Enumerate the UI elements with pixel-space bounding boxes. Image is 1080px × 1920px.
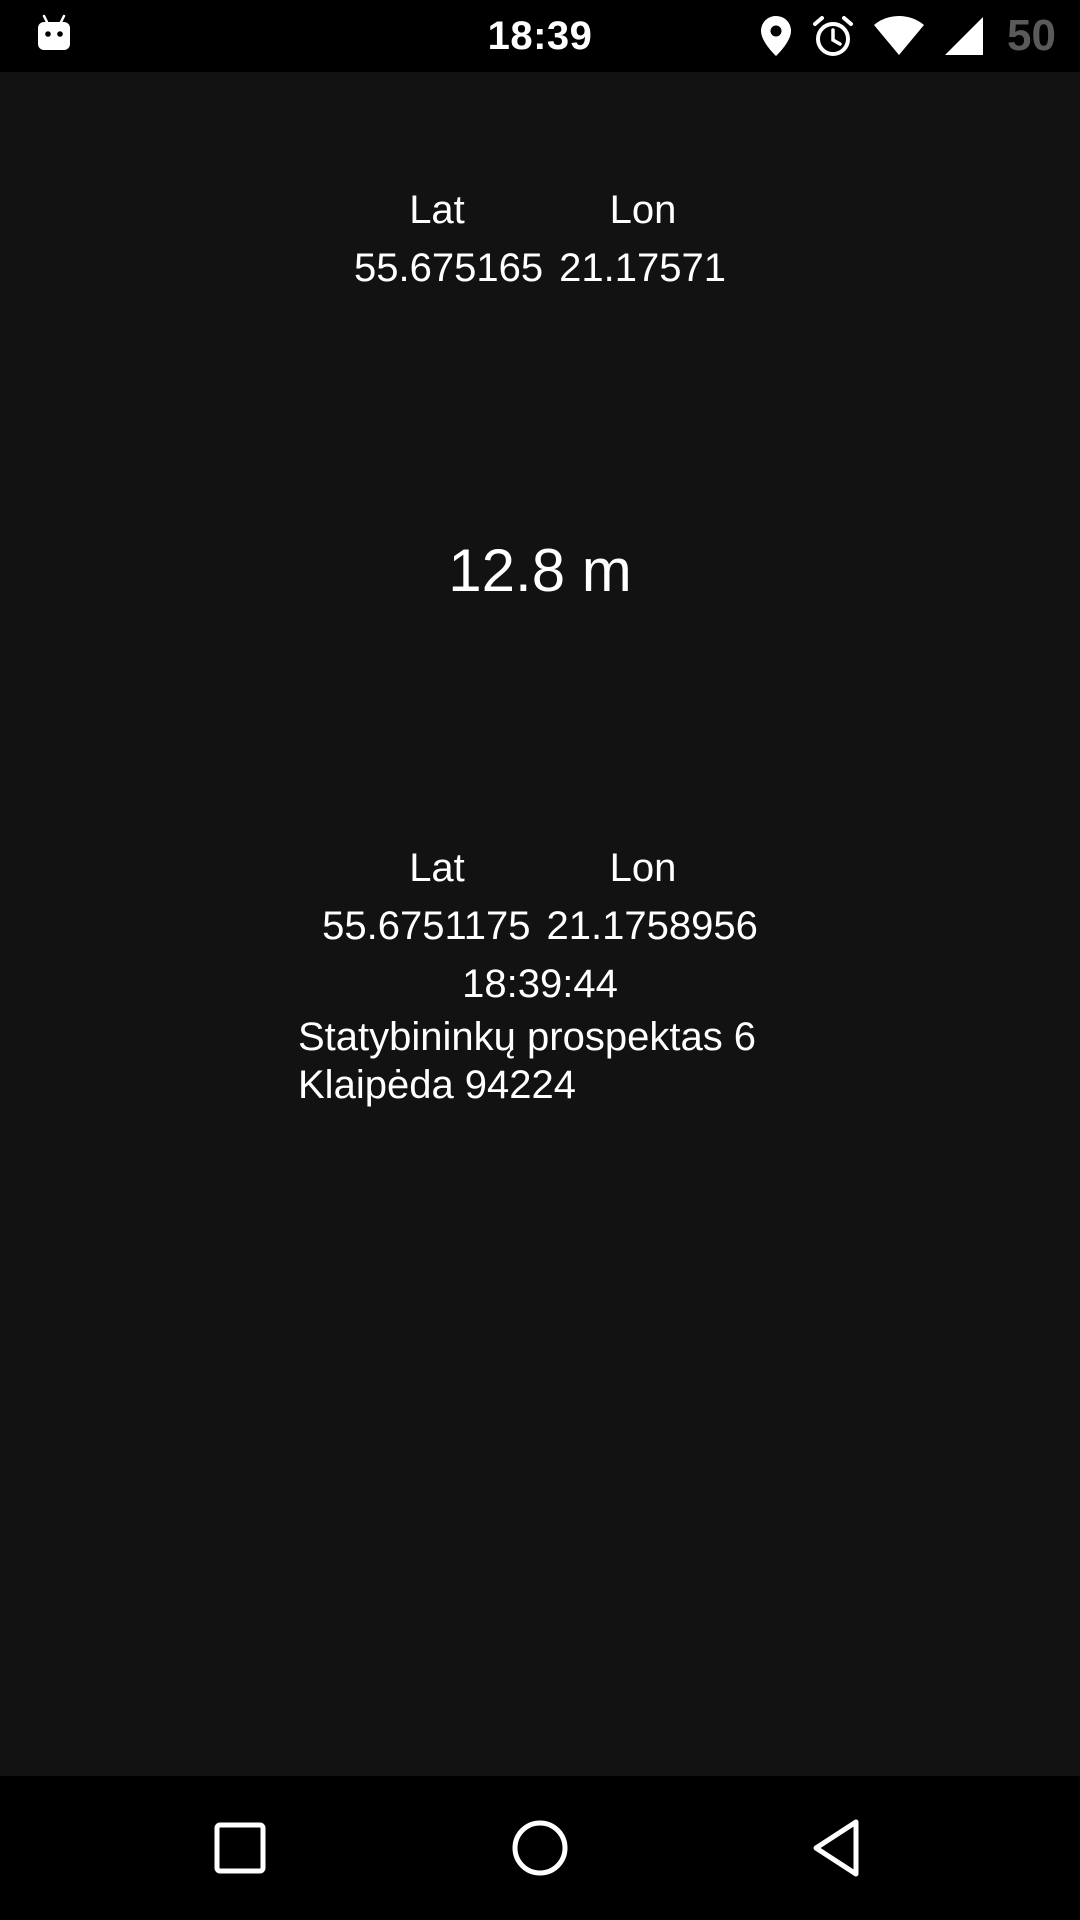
address: Statybininkų prospektas 6 Klaipėda 94224 xyxy=(298,1013,756,1109)
current-lon-value: 21.17571 xyxy=(559,246,726,290)
lon-label: Lon xyxy=(609,188,677,232)
home-icon[interactable] xyxy=(504,1812,576,1884)
alarm-icon xyxy=(811,14,855,58)
current-lat-value: 55.675165 xyxy=(354,246,544,290)
location-pin-icon xyxy=(759,14,793,58)
wifi-icon xyxy=(873,15,925,57)
current-coord-values: 55.675165 21.17571 xyxy=(0,239,1080,297)
reference-lat-value: 55.6751175 xyxy=(322,904,531,948)
status-icons: 50 xyxy=(759,10,1056,62)
battery-level: 50 xyxy=(1007,11,1056,60)
recents-icon[interactable] xyxy=(204,1812,276,1884)
distance-readout: 12.8 m xyxy=(448,537,632,604)
address-line-street: Statybininkų prospektas 6 xyxy=(298,1015,757,1059)
cell-signal-icon xyxy=(943,15,985,57)
status-bar: 18:39 50 xyxy=(0,0,1080,72)
current-coord-labels: Lat Lon xyxy=(0,181,1080,239)
navigation-bar xyxy=(0,1776,1080,1920)
lat-label: Lat xyxy=(409,188,465,232)
fix-timestamp: 18:39:44 xyxy=(462,962,618,1006)
address-line-city: Klaipėda 94224 xyxy=(298,1063,577,1107)
lat-label: Lat xyxy=(409,846,465,890)
reference-coord-labels: Lat Lon xyxy=(0,839,1080,897)
current-coordinates: Lat Lon 55.675165 21.17571 xyxy=(0,181,1080,297)
reference-lon-value: 21.1758956 xyxy=(546,904,758,948)
reference-coordinates: Lat Lon 55.6751175 21.1758956 18:39:44 xyxy=(0,839,1080,1013)
lon-label: Lon xyxy=(609,846,677,890)
back-icon[interactable] xyxy=(804,1812,876,1884)
reference-coord-values: 55.6751175 21.1758956 xyxy=(0,897,1080,955)
screen: 18:39 50 Lat Lon 55.675165 21.17571 12.8… xyxy=(0,0,1080,1920)
